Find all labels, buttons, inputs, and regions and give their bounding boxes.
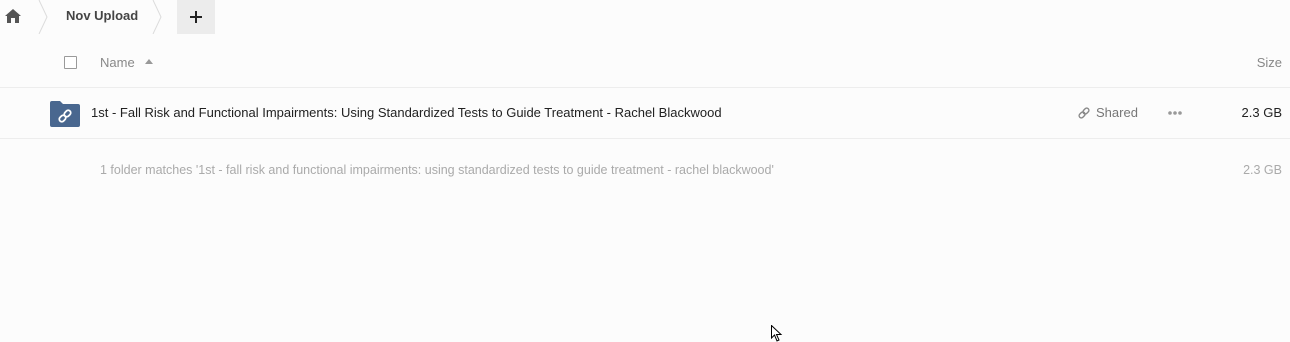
mouse-cursor-icon — [771, 325, 783, 342]
shared-button[interactable]: Shared — [1077, 105, 1138, 120]
breadcrumb-separator — [152, 0, 162, 34]
file-size: 2.3 GB — [1241, 105, 1282, 120]
sort-ascending-icon[interactable] — [145, 59, 153, 64]
summary-text: 1 folder matches '1st - fall risk and fu… — [100, 163, 774, 177]
plus-icon — [190, 11, 202, 23]
select-all-checkbox[interactable] — [64, 56, 77, 69]
summary-size: 2.3 GB — [1243, 163, 1282, 177]
link-icon — [1078, 106, 1090, 119]
file-name[interactable]: 1st - Fall Risk and Functional Impairmen… — [91, 105, 722, 120]
breadcrumb: Nov Upload — [0, 0, 1290, 34]
home-icon[interactable] — [5, 9, 21, 23]
search-summary: 1 folder matches '1st - fall risk and fu… — [0, 139, 1290, 189]
breadcrumb-current-folder[interactable]: Nov Upload — [66, 8, 138, 23]
shared-link-folder-icon — [50, 101, 80, 127]
table-row[interactable]: 1st - Fall Risk and Functional Impairmen… — [0, 88, 1290, 139]
file-list-header: Name Size — [0, 38, 1290, 88]
shared-label: Shared — [1096, 105, 1138, 120]
column-header-size[interactable]: Size — [1257, 55, 1282, 70]
column-header-name[interactable]: Name — [100, 55, 135, 70]
add-new-button[interactable] — [177, 0, 215, 34]
breadcrumb-separator — [38, 0, 48, 34]
more-options-icon[interactable] — [1167, 110, 1183, 116]
